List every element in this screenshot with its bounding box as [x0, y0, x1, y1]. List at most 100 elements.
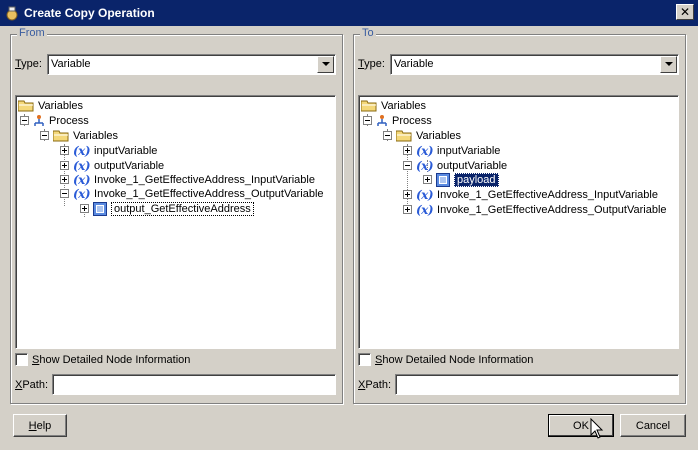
- to-type-value: Variable: [394, 57, 434, 70]
- tree-node-variables-root[interactable]: Variables: [361, 98, 426, 113]
- chevron-down-icon[interactable]: [317, 55, 334, 73]
- element-icon: [436, 172, 450, 187]
- collapse-icon[interactable]: [383, 131, 392, 140]
- folder-icon: [53, 130, 69, 141]
- to-type-row: Type: Variable: [358, 53, 679, 75]
- x-variable-icon: (x): [416, 143, 434, 158]
- x-variable-icon: (x): [416, 187, 434, 202]
- create-copy-operation-dialog: Create Copy Operation ✕ From Type: Varia…: [0, 0, 698, 450]
- expand-icon[interactable]: [60, 175, 69, 184]
- tree-label: Variables: [38, 99, 84, 112]
- tree-node-variables[interactable]: Variables: [383, 128, 461, 143]
- tree-label: Invoke_1_GetEffectiveAddress_InputVariab…: [94, 173, 315, 186]
- tree-label: Variables: [416, 129, 462, 142]
- tree-node-payload[interactable]: payload: [423, 172, 499, 187]
- process-icon: [377, 114, 387, 126]
- from-panel: From Type: Variable Variables Process Va…: [10, 27, 343, 404]
- expand-icon[interactable]: [403, 190, 412, 199]
- to-xpath-row: XPath:: [358, 374, 679, 395]
- app-icon: [6, 6, 18, 21]
- from-xpath-row: XPath:: [15, 374, 336, 395]
- to-type-label: Type:: [358, 58, 385, 70]
- expand-icon[interactable]: [60, 161, 69, 170]
- to-tree[interactable]: Variables Process Variables (x) inputVar…: [358, 95, 679, 349]
- from-show-detailed-label: Show Detailed Node Information: [32, 353, 191, 366]
- folder-icon: [396, 130, 412, 141]
- tree-node-output-variable[interactable]: (x) outputVariable: [403, 158, 507, 173]
- tree-label: inputVariable: [94, 144, 158, 157]
- x-variable-icon: (x): [73, 158, 91, 173]
- from-type-select[interactable]: Variable: [47, 53, 336, 75]
- window-title: Create Copy Operation: [24, 6, 155, 20]
- close-icon: ✕: [679, 5, 691, 19]
- tree-node-invoke-output-variable[interactable]: (x) Invoke_1_GetEffectiveAddress_OutputV…: [403, 202, 667, 217]
- to-panel: To Type: Variable Variables Process Vari…: [353, 27, 686, 404]
- tree-node-invoke-output-variable[interactable]: (x) Invoke_1_GetEffectiveAddress_OutputV…: [60, 186, 324, 201]
- tree-label: outputVariable: [437, 159, 508, 172]
- cancel-button[interactable]: Cancel: [620, 414, 686, 437]
- tree-label: Variables: [73, 129, 119, 142]
- help-button[interactable]: Help: [13, 414, 67, 437]
- chevron-down-icon[interactable]: [660, 55, 677, 73]
- to-show-detailed-checkbox[interactable]: [358, 353, 371, 366]
- tree-node-input-variable[interactable]: (x) inputVariable: [403, 143, 500, 158]
- collapse-icon[interactable]: [363, 116, 372, 125]
- to-show-detailed-label: Show Detailed Node Information: [375, 353, 534, 366]
- tree-node-output-get-effective-address[interactable]: output_GetEffectiveAddress: [80, 201, 254, 216]
- x-variable-icon: (x): [416, 202, 434, 217]
- folder-icon: [361, 100, 377, 111]
- tree-node-variables-root[interactable]: Variables: [18, 98, 83, 113]
- to-type-select[interactable]: Variable: [390, 53, 679, 75]
- tree-node-process[interactable]: Process: [363, 113, 432, 128]
- x-variable-icon: (x): [73, 186, 91, 201]
- from-xpath-input[interactable]: [52, 374, 336, 395]
- collapse-icon[interactable]: [403, 161, 412, 170]
- from-tree[interactable]: Variables Process Variables (x) inputVar…: [15, 95, 336, 349]
- cancel-button-label: Cancel: [635, 419, 671, 432]
- collapse-icon[interactable]: [60, 189, 69, 198]
- tree-label: Process: [392, 114, 432, 127]
- expand-icon[interactable]: [403, 146, 412, 155]
- to-xpath-input[interactable]: [395, 374, 679, 395]
- x-variable-icon: (x): [73, 172, 91, 187]
- tree-node-output-variable[interactable]: (x) outputVariable: [60, 158, 164, 173]
- process-icon: [34, 114, 44, 126]
- collapse-icon[interactable]: [20, 116, 29, 125]
- tree-label: Invoke_1_GetEffectiveAddress_OutputVaria…: [437, 203, 667, 216]
- expand-icon[interactable]: [80, 204, 89, 213]
- from-type-value: Variable: [51, 57, 91, 70]
- from-legend: From: [17, 27, 47, 39]
- tree-label: Process: [49, 114, 89, 127]
- tree-node-process[interactable]: Process: [20, 113, 89, 128]
- tree-label: payload: [454, 172, 499, 187]
- tree-label: output_GetEffectiveAddress: [111, 201, 254, 216]
- from-type-label: Type:: [15, 58, 42, 70]
- tree-label: Invoke_1_GetEffectiveAddress_OutputVaria…: [94, 187, 324, 200]
- x-variable-icon: (x): [73, 143, 91, 158]
- tree-node-invoke-input-variable[interactable]: (x) Invoke_1_GetEffectiveAddress_InputVa…: [403, 187, 658, 202]
- to-legend: To: [360, 27, 376, 39]
- expand-icon[interactable]: [403, 205, 412, 214]
- title-bar[interactable]: Create Copy Operation ✕: [0, 0, 698, 26]
- to-xpath-label: XPath:: [358, 378, 392, 391]
- tree-node-invoke-input-variable[interactable]: (x) Invoke_1_GetEffectiveAddress_InputVa…: [60, 172, 315, 187]
- to-show-detailed-row[interactable]: Show Detailed Node Information: [358, 353, 533, 366]
- from-show-detailed-checkbox[interactable]: [15, 353, 28, 366]
- x-variable-icon: (x): [416, 158, 434, 173]
- ok-button[interactable]: OK: [548, 414, 614, 437]
- tree-node-variables[interactable]: Variables: [40, 128, 118, 143]
- ok-button-label: OK: [573, 419, 589, 432]
- from-type-row: Type: Variable: [15, 53, 336, 75]
- close-button[interactable]: ✕: [676, 4, 694, 20]
- expand-icon[interactable]: [423, 175, 432, 184]
- from-show-detailed-row[interactable]: Show Detailed Node Information: [15, 353, 190, 366]
- expand-icon[interactable]: [60, 146, 69, 155]
- collapse-icon[interactable]: [40, 131, 49, 140]
- tree-label: outputVariable: [94, 159, 165, 172]
- tree-label: inputVariable: [437, 144, 501, 157]
- help-button-label: Help: [28, 419, 52, 432]
- mouse-cursor-icon: [590, 418, 604, 439]
- folder-icon: [18, 100, 34, 111]
- tree-label: Invoke_1_GetEffectiveAddress_InputVariab…: [437, 188, 658, 201]
- tree-node-input-variable[interactable]: (x) inputVariable: [60, 143, 157, 158]
